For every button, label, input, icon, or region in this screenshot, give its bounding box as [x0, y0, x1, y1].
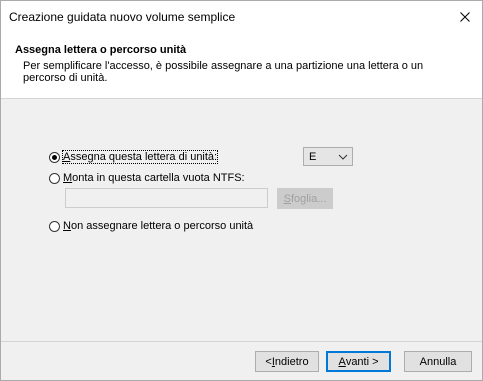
mount-folder-radio[interactable] [49, 172, 60, 184]
title-bar[interactable]: Creazione guidata nuovo volume semplice [1, 1, 482, 32]
drive-letter-value: E [309, 151, 317, 163]
no-letter-radio[interactable] [49, 220, 60, 232]
page-description: Per semplificare l'accesso, è possibile … [23, 60, 424, 84]
back-button[interactable]: < Indietro [255, 351, 319, 372]
page-title: Assegna lettera o percorso unità [15, 44, 187, 56]
mount-folder-option[interactable]: Monta in questa cartella vuota NTFS: [49, 172, 245, 184]
close-button[interactable] [448, 1, 482, 32]
mount-folder-label: Monta in questa cartella vuota NTFS: [63, 172, 245, 184]
close-icon [460, 11, 470, 22]
browse-button[interactable]: Sfoglia... [277, 188, 333, 209]
next-button[interactable]: Avanti > [326, 351, 391, 372]
cancel-button[interactable]: Annulla [404, 351, 472, 372]
no-letter-option[interactable]: Non assegnare lettera o percorso unità [49, 220, 253, 232]
wizard-window: Creazione guidata nuovo volume semplice … [0, 0, 483, 381]
footer-divider [1, 341, 482, 342]
assign-letter-label: Assegna questa lettera di unità: [61, 150, 219, 164]
assign-letter-radio[interactable] [49, 151, 60, 163]
wizard-header: Assegna lettera o percorso unità Per sem… [1, 32, 482, 99]
no-letter-label: Non assegnare lettera o percorso unità [63, 220, 254, 232]
assign-letter-option[interactable]: Assegna questa lettera di unità: [49, 150, 219, 164]
window-title: Creazione guidata nuovo volume semplice [9, 10, 236, 24]
chevron-down-icon [338, 154, 348, 160]
folder-path-input[interactable] [65, 188, 268, 208]
drive-letter-select[interactable]: E [303, 147, 353, 166]
